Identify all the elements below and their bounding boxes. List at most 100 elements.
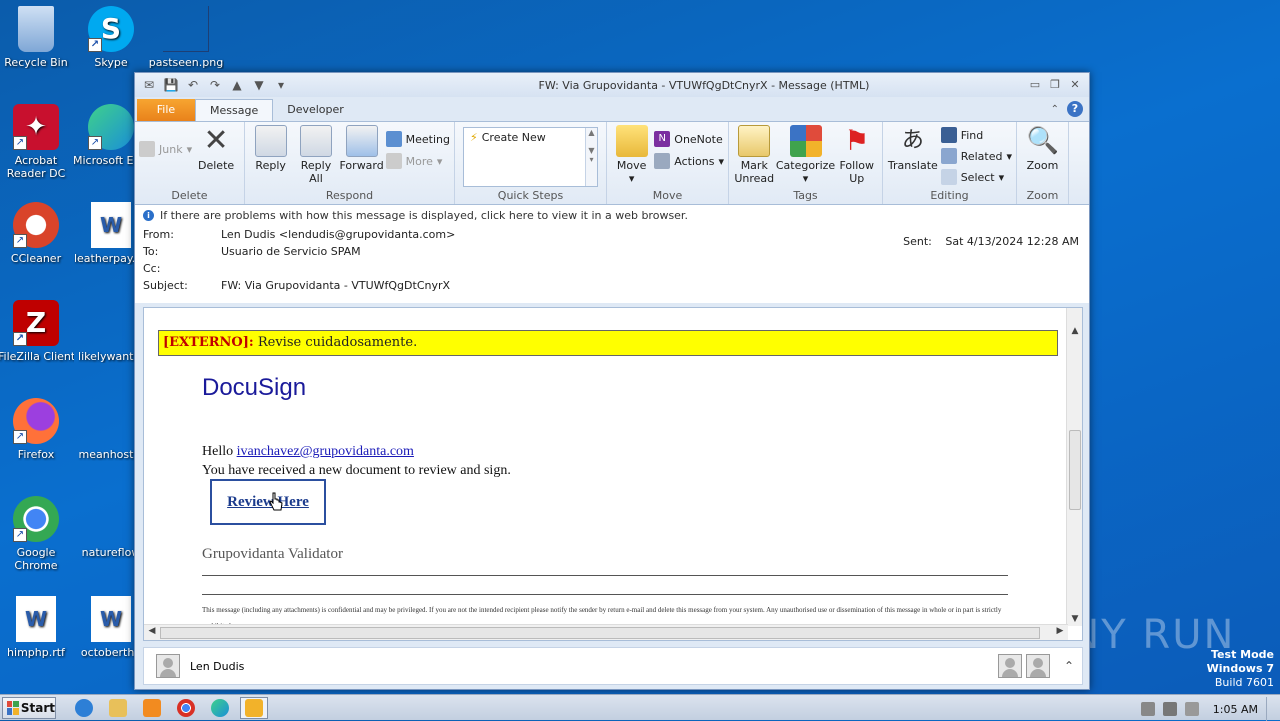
maximize-icon[interactable]: ❐ — [1047, 78, 1063, 92]
desktop-icon-pastseen[interactable]: pastseen.png — [148, 6, 224, 69]
horizontal-scrollbar[interactable]: ◀ ▶ — [144, 624, 1068, 640]
desktop-icon-skype[interactable]: S ↗ Skype — [73, 6, 149, 69]
categorize-icon — [789, 125, 822, 157]
desktop-icon-chrome[interactable]: ↗ Google Chrome — [0, 496, 74, 572]
reply-all-button[interactable]: Reply All — [294, 125, 337, 188]
desktop-icon-acrobat[interactable]: ✦ ↗ Acrobat Reader DC — [0, 104, 74, 180]
tags-group: Mark Unread Categorize ▾ ⚑ Follow Up Tags — [729, 122, 883, 204]
windows-logo-icon — [7, 700, 19, 715]
recycle-bin-icon — [18, 6, 54, 52]
junk-button[interactable]: Junk ▾ — [139, 141, 192, 157]
vertical-scrollbar[interactable]: ▲ ▼ — [1066, 308, 1082, 626]
help-icon[interactable]: ? — [1067, 101, 1083, 117]
desktop-icon-recycle-bin[interactable]: Recycle Bin — [0, 6, 74, 69]
expand-people-pane-icon[interactable]: ⌃ — [1064, 659, 1074, 673]
cc-row: Cc: — [143, 262, 161, 275]
taskbar-outlook[interactable] — [240, 696, 268, 719]
desktop-icon-filezilla[interactable]: Z ↗ FileZilla Client — [0, 300, 74, 363]
translate-button[interactable]: あ Translate — [887, 125, 939, 188]
firefox-icon: ↗ — [13, 398, 59, 444]
horizontal-scroll-thumb[interactable] — [160, 627, 1040, 639]
sent-date: Sent: Sat 4/13/2024 12:28 AM — [903, 235, 1079, 248]
related-button[interactable]: Related ▾ — [940, 148, 1012, 164]
forward-button[interactable]: Forward — [340, 125, 384, 188]
from-value[interactable]: Len Dudis <lendudis@grupovidanta.com> — [221, 228, 455, 241]
show-desktop-button[interactable] — [1266, 697, 1276, 721]
tab-developer[interactable]: Developer — [273, 99, 358, 121]
chrome-icon — [177, 698, 195, 717]
delete-group: Junk ▾ ✕ Delete Delete — [135, 122, 245, 204]
reply-button[interactable]: Reply — [249, 125, 292, 188]
follow-up-button[interactable]: ⚑ Follow Up — [836, 125, 879, 188]
people-icon[interactable] — [1025, 654, 1050, 678]
contact-avatar[interactable] — [156, 654, 180, 678]
redo-icon[interactable]: ↷ — [207, 77, 223, 93]
lightning-icon: ⚡ — [470, 131, 478, 144]
taskbar-ie[interactable] — [70, 697, 98, 719]
categorize-button[interactable]: Categorize ▾ — [776, 125, 835, 188]
ccleaner-icon: ↗ — [13, 202, 59, 248]
find-button[interactable]: Find — [940, 127, 1012, 143]
image-file-icon — [163, 6, 209, 52]
up-arrow-icon[interactable]: ▲ — [229, 77, 245, 93]
scroll-down-arrow[interactable]: ▼ — [1067, 614, 1082, 624]
select-button[interactable]: Select ▾ — [940, 169, 1012, 185]
meeting-button[interactable]: Meeting — [385, 131, 450, 147]
volume-icon[interactable] — [1140, 702, 1155, 716]
collapse-ribbon-icon[interactable]: ⌃ — [1051, 104, 1059, 115]
envelope-unread-icon — [738, 125, 771, 157]
file-icon — [88, 300, 134, 346]
actions-button[interactable]: Actions ▾ — [654, 153, 724, 169]
desktop-icon-firefox[interactable]: ↗ Firefox — [0, 398, 74, 461]
info-icon: i — [143, 210, 154, 221]
word-doc-icon: W — [16, 596, 56, 642]
taskbar-explorer[interactable] — [104, 697, 132, 719]
tab-file[interactable]: File — [137, 99, 195, 121]
desktop-icon-ccleaner[interactable]: ↗ CCleaner — [0, 202, 74, 265]
taskbar-chrome[interactable] — [172, 697, 200, 719]
network-icon[interactable] — [1162, 702, 1177, 716]
mark-unread-button[interactable]: Mark Unread — [733, 125, 776, 188]
ribbon: Junk ▾ ✕ Delete Delete Reply Reply All Fo… — [135, 121, 1089, 205]
delete-button[interactable]: ✕ Delete — [194, 125, 238, 188]
to-value[interactable]: Usuario de Servicio SPAM — [221, 245, 361, 258]
desktop-icon-himphp[interactable]: W himphp.rtf — [0, 596, 74, 659]
move-button[interactable]: Move ▾ — [611, 125, 652, 188]
word-doc-icon: W — [91, 596, 131, 642]
taskbar-edge[interactable] — [206, 697, 234, 719]
taskbar-media-player[interactable] — [138, 697, 166, 719]
system-tray: 1:05 AM — [1140, 697, 1276, 721]
clock[interactable]: 1:05 AM — [1213, 703, 1258, 716]
reply-icon — [254, 125, 287, 157]
scroll-up-arrow[interactable]: ▲ — [1067, 326, 1082, 336]
scroll-right-arrow[interactable]: ▶ — [1052, 626, 1068, 636]
recipient-email-link[interactable]: ivanchavez@grupovidanta.com — [237, 444, 414, 459]
undo-icon[interactable]: ↶ — [185, 77, 201, 93]
save-icon[interactable]: 💾 — [163, 77, 179, 93]
tab-message[interactable]: Message — [195, 99, 274, 121]
message-body[interactable]: [EXTERNO]: Revise cuidadosamente. DocuSi… — [143, 307, 1083, 641]
onenote-button[interactable]: N OneNote — [654, 131, 724, 147]
quicksteps-scroll[interactable]: ▲ ▼ ▾ — [585, 128, 597, 186]
action-center-flag-icon[interactable] — [1184, 702, 1199, 716]
internet-explorer-icon — [75, 698, 93, 717]
window-controls: ▭ ❐ ✕ — [1027, 78, 1083, 92]
down-arrow-icon[interactable]: ▼ — [251, 77, 267, 93]
calendar-icon — [385, 131, 402, 147]
customize-qat-icon[interactable]: ▾ — [273, 77, 289, 93]
vertical-scroll-thumb[interactable] — [1069, 430, 1081, 510]
scroll-left-arrow[interactable]: ◀ — [144, 626, 160, 636]
zoom-button[interactable]: 🔍 Zoom — [1021, 125, 1064, 188]
divider — [202, 575, 1008, 576]
contact-name[interactable]: Len Dudis — [190, 660, 244, 673]
more-button[interactable]: More ▾ — [385, 153, 450, 169]
close-icon[interactable]: ✕ — [1067, 78, 1083, 92]
file-icon — [88, 398, 134, 444]
forward-icon — [345, 125, 378, 157]
person-icon[interactable] — [997, 654, 1022, 678]
quicksteps-gallery[interactable]: ⚡ Create New ▲ ▼ ▾ — [463, 127, 598, 187]
infobar[interactable]: i If there are problems with how this me… — [143, 209, 1081, 222]
create-new-quickstep[interactable]: ⚡ Create New — [470, 131, 591, 144]
minimize-icon[interactable]: ▭ — [1027, 78, 1043, 92]
start-button[interactable]: Start — [2, 696, 56, 719]
